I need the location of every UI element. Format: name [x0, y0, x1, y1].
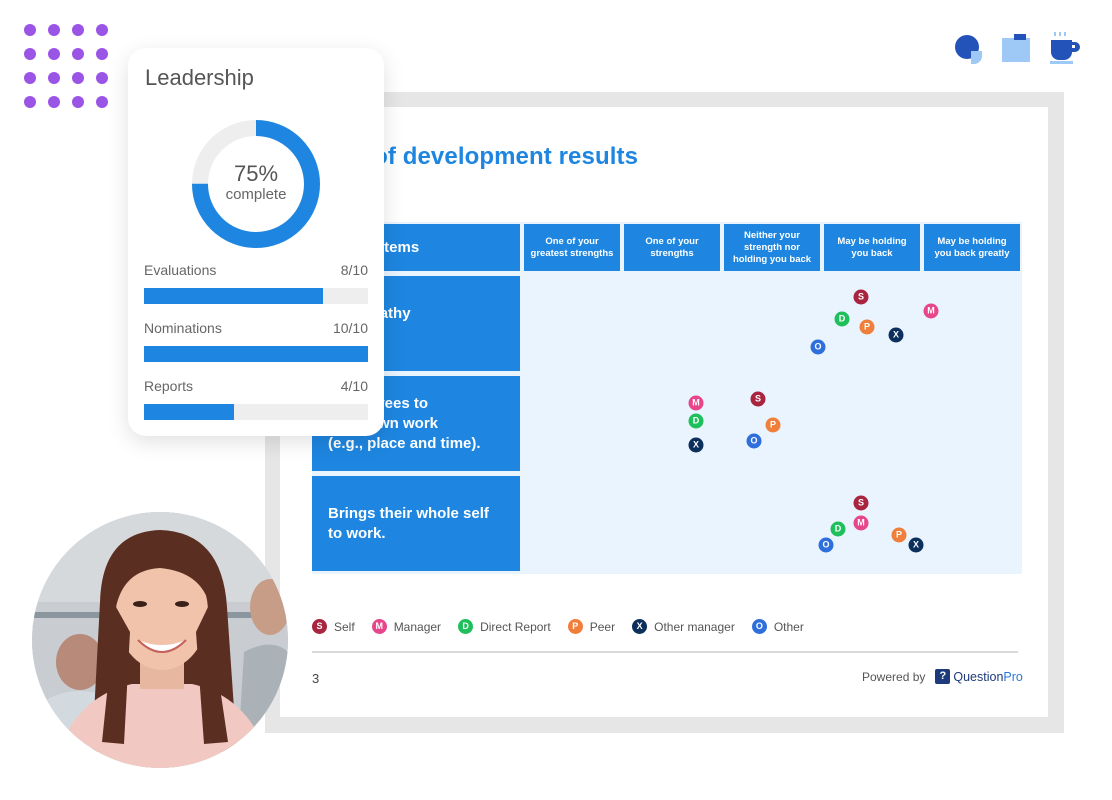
legend: S Self M Manager D Direct Report P Peer X Other m… — [312, 619, 821, 634]
footer-divider — [312, 651, 1018, 653]
rating-marker[interactable]: M — [923, 303, 939, 319]
legend-item: M Manager — [371, 619, 442, 634]
decorative-dot — [72, 96, 84, 108]
legend-marker-icon: D — [458, 619, 474, 634]
rating-marker[interactable]: P — [891, 527, 907, 543]
legend-marker-icon: P — [567, 619, 583, 634]
legend-label: Self — [334, 619, 355, 634]
decorative-dot — [96, 72, 108, 84]
legend-item: S Self — [312, 619, 355, 634]
legend-marker-icon: O — [751, 619, 767, 634]
questionpro-logo-icon: ? — [935, 669, 951, 684]
row-item-label: Brings their whole self to work. — [312, 476, 520, 571]
rating-marker[interactable]: S — [750, 391, 766, 407]
rating-marker[interactable]: O — [818, 537, 834, 553]
stat-value: 4/10 — [340, 378, 368, 394]
legend-item: P Peer — [567, 619, 616, 634]
stat-value: 8/10 — [340, 262, 368, 278]
rating-marker[interactable]: D — [834, 311, 850, 327]
legend-item: D Direct Report — [458, 619, 551, 634]
legend-label: Other manager — [654, 619, 735, 634]
rating-marker[interactable]: D — [688, 413, 704, 429]
progress-bar — [144, 288, 368, 304]
column-header: May be holding you back — [824, 224, 920, 271]
decorative-dot — [72, 24, 84, 36]
decorative-dot — [72, 72, 84, 84]
progress-bar-fill — [144, 404, 234, 420]
rating-marker[interactable]: X — [888, 327, 904, 343]
folder-icon — [1002, 34, 1030, 62]
rating-marker[interactable]: D — [830, 521, 846, 537]
rating-marker[interactable]: X — [688, 437, 704, 453]
decorative-dot-grid — [24, 24, 114, 114]
column-header: May be holding you back greatly — [924, 224, 1020, 271]
completion-percent: 75% — [233, 161, 279, 186]
legend-marker-icon: S — [312, 619, 327, 634]
decorative-dot — [96, 24, 108, 36]
questionpro-brand: QuestionPro — [953, 670, 1022, 684]
rating-marker[interactable]: M — [688, 395, 704, 411]
rating-marker[interactable]: M — [853, 515, 869, 531]
top-icons — [950, 30, 1090, 70]
decorative-dot — [24, 72, 36, 84]
progress-bar-fill — [144, 288, 324, 304]
rating-marker[interactable]: X — [908, 537, 924, 553]
decorative-dot — [48, 72, 60, 84]
progress-bar-fill — [144, 346, 368, 362]
person-portrait-icon — [32, 512, 288, 768]
rating-marker[interactable]: O — [746, 433, 762, 449]
legend-marker-icon: M — [371, 619, 387, 634]
chat-bubble-icon — [955, 35, 982, 64]
stat-label: Reports — [144, 378, 194, 394]
legend-item: X Other manager — [632, 619, 735, 634]
column-header: One of your strengths — [624, 224, 720, 271]
rating-marker[interactable]: S — [853, 495, 869, 511]
brand-pro: Pro — [1003, 669, 1023, 684]
column-header: Neither your strength nor holding you ba… — [724, 224, 820, 271]
decorative-dot — [24, 24, 36, 36]
completion-label: complete — [225, 186, 287, 203]
powered-by-label: Powered by — [862, 669, 926, 684]
legend-label: Manager — [393, 619, 442, 634]
row-rating-area — [524, 476, 1020, 571]
decorative-dot — [48, 48, 60, 60]
stat-label: Evaluations — [144, 262, 217, 278]
rating-marker[interactable]: P — [765, 417, 781, 433]
row-rating-area — [524, 276, 1020, 371]
legend-label: Direct Report — [480, 619, 551, 634]
rating-marker[interactable]: S — [853, 289, 869, 305]
decorative-dot — [24, 96, 36, 108]
user-avatar-photo — [32, 512, 288, 768]
stat-label: Nominations — [144, 320, 222, 336]
brand-question: Question — [953, 669, 1004, 684]
legend-label: Other — [773, 619, 804, 634]
powered-by: Powered by ? QuestionPro — [862, 669, 1023, 684]
page-number: 3 — [312, 671, 320, 686]
decorative-dot — [24, 48, 36, 60]
legend-marker-icon: X — [632, 619, 648, 634]
progress-bar — [144, 404, 368, 420]
decorative-dot — [72, 48, 84, 60]
column-header: One of your greatest strengths — [524, 224, 620, 271]
card-title: Leadership — [145, 65, 254, 90]
legend-item: O Other — [751, 619, 804, 634]
decorative-dot — [48, 24, 60, 36]
decorative-dot — [48, 96, 60, 108]
decorative-dot — [96, 48, 108, 60]
legend-label: Peer — [589, 619, 616, 634]
decorative-dot — [96, 96, 108, 108]
progress-bar — [144, 346, 368, 362]
rating-marker[interactable]: O — [810, 339, 826, 355]
leadership-card: Leadership 75% complete Evaluations 8/10… — [128, 48, 384, 436]
rating-marker[interactable]: P — [859, 319, 875, 335]
coffee-cup-icon — [1050, 32, 1080, 64]
stat-value: 10/10 — [332, 320, 368, 336]
